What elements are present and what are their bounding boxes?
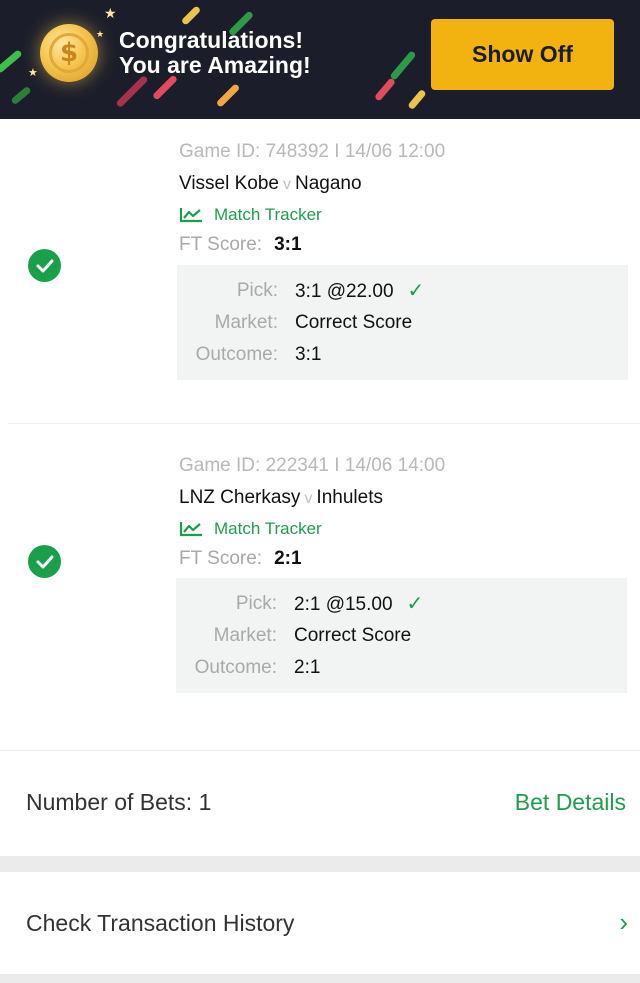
ft-score-value: 2:1 (274, 548, 302, 569)
market-value: Correct Score (295, 312, 413, 333)
line-chart-icon (179, 522, 202, 537)
bet-selection: Game ID: 222341 I 14/06 14:00 LNZ Cherka… (0, 433, 640, 745)
confetti-streak (151, 74, 179, 101)
pick-label: Pick: (236, 280, 278, 301)
market-label: Market: (214, 312, 278, 333)
sparkle-star-icon: ★ (28, 67, 38, 79)
pick-value: 3:1 @22.00 (295, 281, 394, 302)
game-id: Game ID: 748392 I 14/06 12:00 (179, 141, 446, 162)
outcome-value: 3:1 (295, 344, 322, 365)
confetti-streak (115, 74, 149, 109)
pick-label: Pick: (235, 593, 277, 614)
chevron-right-icon: › (619, 907, 628, 937)
pick-won-check-icon: ✓ (406, 593, 424, 615)
sparkle-star-icon: ★ (104, 5, 117, 21)
confetti-streak (407, 88, 427, 111)
transaction-history-label: Check Transaction History (26, 910, 295, 936)
match-tracker-label: Match Tracker (214, 205, 322, 224)
bets-summary-row: Number of Bets: 1 Bet Details (0, 750, 640, 856)
sparkle-star-icon: ★ (96, 29, 105, 39)
match-tracker-label: Match Tracker (214, 519, 322, 538)
home-team: LNZ Cherkasy (179, 487, 301, 508)
match-teams: LNZ Cherkasy v Inhulets (179, 486, 628, 510)
section-divider (0, 974, 640, 983)
outcome-value: 2:1 (294, 657, 321, 678)
away-team: Inhulets (316, 487, 383, 508)
market-row: Market: Correct Score (177, 310, 628, 336)
show-off-button[interactable]: Show Off (431, 19, 614, 90)
versus-label: v (283, 176, 291, 193)
confetti-streak (180, 5, 202, 26)
transaction-history-row[interactable]: Check Transaction History › (0, 872, 640, 974)
outcome-row: Outcome: 2:1 (176, 655, 627, 681)
congrats-line-1: Congratulations! (119, 27, 303, 53)
market-value: Correct Score (294, 625, 412, 646)
market-label: Market: (213, 625, 277, 646)
game-id: Game ID: 222341 I 14/06 14:00 (179, 455, 446, 476)
home-team: Vissel Kobe (179, 173, 279, 194)
bet-details-box: Pick: 2:1 @15.00 ✓ Market: Correct Score … (176, 578, 627, 693)
away-team: Nagano (295, 173, 362, 194)
confetti-streak (0, 49, 23, 74)
pick-row: Pick: 2:1 @15.00 ✓ (176, 591, 627, 617)
won-check-icon (28, 545, 61, 578)
congrats-banner: ★ ★ ★ $ Congratulations! You are Amazing… (0, 0, 640, 119)
selection-divider (8, 423, 640, 424)
confetti-streak (389, 50, 417, 81)
outcome-label: Outcome: (195, 344, 278, 365)
congrats-text: Congratulations! You are Amazing! (119, 28, 311, 78)
pick-value: 2:1 @15.00 (294, 594, 393, 615)
bet-details-link[interactable]: Bet Details (515, 789, 626, 816)
line-chart-icon (179, 208, 202, 223)
section-divider (0, 856, 640, 872)
ft-score-label: FT Score: (179, 234, 263, 255)
confetti-streak (373, 77, 397, 102)
coin-icon: $ (40, 24, 98, 82)
ft-score: FT Score: 3:1 (179, 233, 628, 257)
bet-selection: Game ID: 748392 I 14/06 12:00 Vissel Kob… (0, 119, 640, 431)
versus-label: v (304, 490, 313, 507)
confetti-streak (215, 83, 241, 108)
ft-score-label: FT Score: (179, 548, 263, 569)
won-check-icon (28, 249, 61, 282)
pick-row: Pick: 3:1 @22.00 ✓ (177, 278, 628, 304)
congrats-line-2: You are Amazing! (119, 52, 311, 78)
ft-score: FT Score: 2:1 (179, 547, 628, 571)
coin-symbol: $ (49, 33, 89, 73)
ft-score-value: 3:1 (274, 234, 302, 255)
market-row: Market: Correct Score (176, 623, 627, 649)
outcome-row: Outcome: 3:1 (177, 342, 628, 368)
bet-details-box: Pick: 3:1 @22.00 ✓ Market: Correct Score … (177, 265, 628, 380)
pick-won-check-icon: ✓ (407, 280, 425, 302)
match-tracker-link[interactable]: Match Tracker (179, 204, 628, 226)
match-tracker-link[interactable]: Match Tracker (179, 518, 628, 540)
outcome-label: Outcome: (194, 657, 277, 678)
confetti-streak (10, 85, 32, 106)
number-of-bets: Number of Bets: 1 (26, 789, 212, 815)
match-teams: Vissel Kobe v Nagano (179, 172, 628, 196)
